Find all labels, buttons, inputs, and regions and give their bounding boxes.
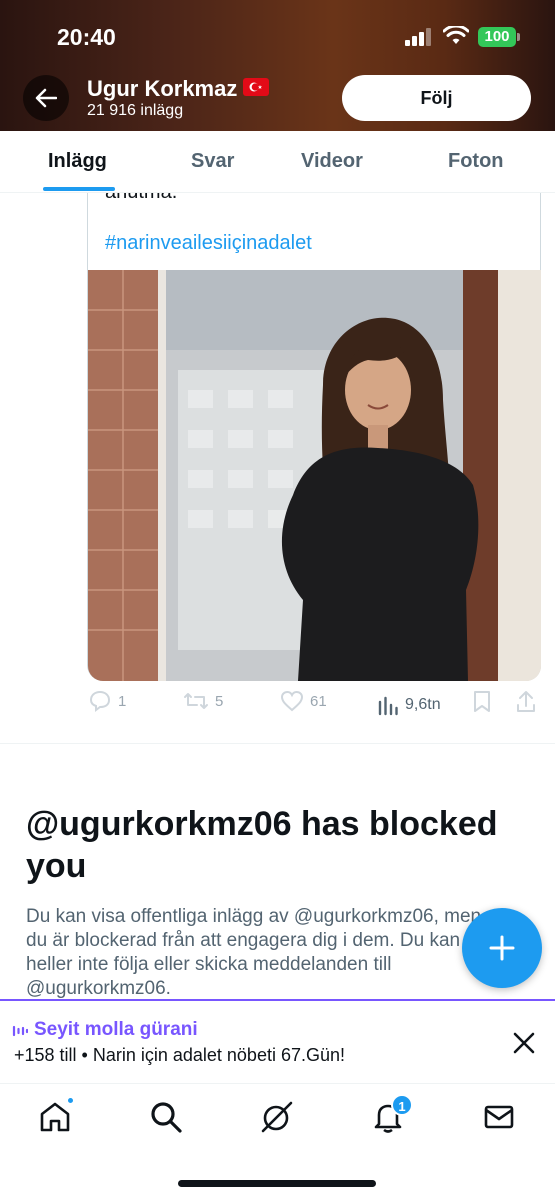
back-button[interactable]	[23, 75, 69, 121]
tweet-action-bar: 1 5 61 9,6tn	[0, 690, 555, 720]
profile-name: Ugur Korkmaz	[87, 76, 270, 102]
home-unread-dot	[66, 1096, 75, 1105]
spaces-title: Seyit molla gürani	[12, 1019, 198, 1041]
tweet-text-partial: anutma.	[105, 193, 177, 204]
heart-icon	[280, 690, 304, 712]
view-count: 9,6tn	[405, 696, 441, 713]
nav-notifications[interactable]: 1	[371, 1094, 413, 1134]
section-divider	[0, 743, 555, 744]
tab-posts[interactable]: Inlägg	[48, 150, 107, 173]
status-bar: 20:40 100	[0, 18, 555, 58]
retweet-count: 5	[215, 692, 224, 710]
profile-header: 20:40 100 Ugur Korkmaz 21 916 inlägg Föl…	[0, 0, 555, 131]
audio-wave-icon	[12, 1025, 28, 1037]
nav-home[interactable]	[38, 1096, 75, 1134]
share-button[interactable]	[515, 690, 537, 714]
home-indicator	[178, 1180, 376, 1187]
like-count: 61	[310, 692, 327, 710]
retweet-button[interactable]: 5	[183, 690, 223, 712]
plus-icon	[489, 935, 515, 961]
tweet-photo[interactable]	[88, 270, 541, 681]
tweet-hashtag-link[interactable]: #narinveailesiiçinadalet	[105, 232, 312, 255]
wifi-icon	[442, 24, 470, 51]
nav-grok[interactable]	[260, 1100, 294, 1134]
envelope-icon	[484, 1105, 514, 1129]
views-button[interactable]: 9,6tn	[377, 694, 441, 716]
spaces-subtitle: +158 till • Narin için adalet nöbeti 67.…	[14, 1045, 346, 1065]
status-time: 20:40	[57, 24, 116, 50]
bookmark-button[interactable]	[472, 690, 492, 714]
analytics-icon	[378, 696, 398, 716]
nav-search[interactable]	[149, 1100, 183, 1134]
profile-name-text: Ugur Korkmaz	[87, 76, 238, 101]
battery-indicator: 100	[478, 27, 520, 47]
retweet-icon	[184, 693, 208, 709]
cellular-signal-icon	[405, 28, 433, 51]
blocked-description: Du kan visa offentliga inlägg av @ugurko…	[26, 906, 482, 999]
compose-button[interactable]	[462, 908, 542, 988]
turkey-flag-icon	[243, 78, 270, 96]
close-spaces-button[interactable]	[510, 1029, 538, 1057]
tab-photos[interactable]: Foton	[448, 150, 504, 173]
home-icon	[40, 1102, 70, 1132]
profile-tabs: Inlägg Svar Videor Foton	[0, 131, 555, 193]
spaces-dock[interactable]: Seyit molla gürani +158 till • Narin içi…	[0, 999, 555, 1081]
search-icon	[151, 1102, 182, 1133]
spaces-title-text: Seyit molla gürani	[34, 1019, 198, 1040]
close-icon	[513, 1032, 535, 1054]
tab-videos[interactable]: Videor	[301, 150, 363, 173]
reply-icon	[89, 690, 111, 712]
blocked-title: @ugurkorkmz06 has blocked you	[26, 805, 498, 885]
post-count: 21 916 inlägg	[87, 102, 184, 119]
grok-icon	[261, 1101, 293, 1133]
notifications-badge: 1	[391, 1094, 413, 1116]
reply-button[interactable]: 1	[88, 690, 126, 712]
like-button[interactable]: 61	[280, 690, 327, 712]
reply-count: 1	[118, 692, 127, 710]
back-arrow-icon	[35, 88, 57, 108]
nav-messages[interactable]	[482, 1100, 516, 1134]
bookmark-icon	[474, 691, 490, 712]
follow-button[interactable]: Följ	[342, 75, 531, 121]
share-icon	[517, 691, 535, 712]
tab-replies[interactable]: Svar	[191, 150, 234, 173]
active-tab-indicator	[43, 187, 115, 191]
